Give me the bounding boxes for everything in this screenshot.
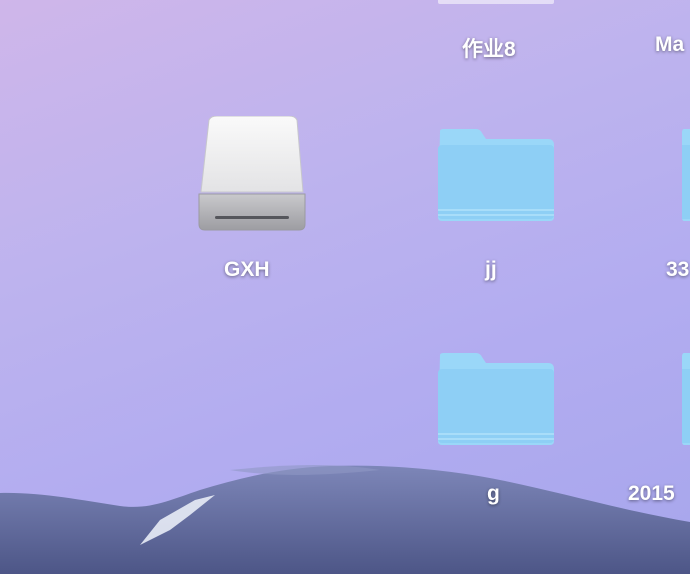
desktop-item-label[interactable]: g — [487, 482, 500, 506]
folder-icon[interactable] — [436, 353, 556, 447]
desktop-item-label[interactable]: 作业8 — [462, 33, 516, 63]
desktop-item-label[interactable]: Ma — [655, 33, 684, 57]
desktop-item-label[interactable]: 2015 — [628, 482, 675, 506]
folder-icon[interactable] — [680, 129, 690, 223]
external-drive-icon[interactable] — [197, 116, 307, 232]
desktop-item-label[interactable]: 33 — [666, 258, 689, 282]
folder-icon[interactable] — [436, 129, 556, 223]
desktop-item-label[interactable]: GXH — [224, 258, 270, 282]
desktop-item-label[interactable]: jj — [485, 258, 497, 282]
wallpaper — [0, 465, 690, 574]
partial-icon-top[interactable] — [438, 0, 554, 4]
folder-icon[interactable] — [680, 353, 690, 447]
